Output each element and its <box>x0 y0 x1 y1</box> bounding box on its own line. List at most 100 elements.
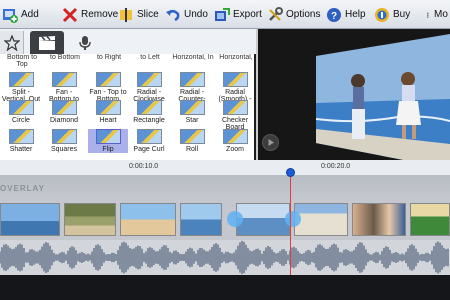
buy-button[interactable]: Buy <box>374 4 410 25</box>
svg-text:?: ? <box>331 11 337 22</box>
transition-item[interactable]: Roll <box>172 129 212 153</box>
transition-label-cut: to Right <box>96 54 122 61</box>
transition-item[interactable]: Split - Vertical, Out <box>1 72 41 103</box>
system-status-bar <box>0 275 450 300</box>
buy-label: Buy <box>393 9 411 20</box>
video-preview[interactable] <box>258 29 450 170</box>
transition-marker[interactable] <box>285 211 301 227</box>
options-icon <box>269 6 283 21</box>
help-icon: ? <box>327 7 341 22</box>
video-clip[interactable] <box>64 203 116 236</box>
playhead-handle[interactable] <box>286 168 295 177</box>
transition-thumbnail <box>95 72 121 87</box>
help-button[interactable]: ? Help <box>326 4 366 25</box>
transition-thumbnail <box>8 129 34 144</box>
options-button[interactable]: Options <box>267 4 320 25</box>
ruler-tick-label: 0:00:20.0 <box>321 163 351 170</box>
main-toolbar: Add Remove Slice Undo Export Options ? H… <box>0 0 450 29</box>
transition-item[interactable]: Fan - Top to Bottom <box>88 72 128 103</box>
export-button[interactable]: Export <box>214 4 262 25</box>
overlay-track[interactable]: OVERLAY <box>0 175 450 199</box>
transition-label-cut: to Bottom <box>50 54 80 61</box>
star-icon <box>3 34 20 51</box>
tab-audio[interactable] <box>72 31 98 54</box>
transition-label-cut: to Left <box>140 54 160 61</box>
video-clip[interactable] <box>352 203 406 236</box>
preview-frame-image <box>258 29 450 170</box>
transition-label-cut: Horizontal, In <box>172 54 214 61</box>
transitions-panel: Bottom to Top to Bottom to Right to Left Hor… <box>0 54 256 170</box>
transition-item[interactable]: Rectangle <box>129 100 169 124</box>
transition-label: Diamond <box>49 117 78 124</box>
clapperboard-icon <box>39 35 55 50</box>
transition-thumbnail <box>179 100 205 115</box>
help-label: Help <box>345 9 366 20</box>
transition-thumbnail <box>179 72 205 87</box>
transition-label: Zoom <box>226 146 244 153</box>
overlay-track-label: OVERLAY <box>0 184 45 193</box>
transition-marker[interactable] <box>227 211 243 227</box>
transition-item[interactable]: Zoom <box>215 129 254 153</box>
transition-item[interactable]: Squares <box>44 129 84 153</box>
add-button[interactable]: Add <box>2 4 39 25</box>
transition-label-cut: Horizontal, <box>219 54 253 61</box>
video-clip[interactable] <box>236 203 290 236</box>
transition-thumbnail <box>179 129 205 144</box>
transition-thumbnail <box>51 100 77 115</box>
transition-thumbnail <box>222 129 248 144</box>
remove-label: Remove <box>81 9 119 20</box>
transition-item[interactable]: Page Curl <box>129 129 169 153</box>
transition-label: Flip <box>102 146 114 153</box>
undo-button[interactable]: Undo <box>165 4 208 25</box>
transition-item[interactable]: Radial (Smooth) - <box>215 72 254 103</box>
slice-label: Slice <box>137 9 159 20</box>
transition-item[interactable]: Checker Board <box>215 100 254 131</box>
undo-icon <box>166 9 180 21</box>
add-label: Add <box>21 9 39 20</box>
transition-label: Roll <box>185 146 199 153</box>
transition-thumbnail <box>136 129 162 144</box>
slice-button[interactable]: Slice <box>118 4 159 25</box>
buy-icon <box>375 7 389 22</box>
tab-favorites[interactable] <box>0 31 24 54</box>
transition-item[interactable]: Flip <box>88 129 128 153</box>
video-track[interactable] <box>0 199 450 240</box>
transition-item[interactable]: Radial - Clockwise <box>129 72 169 103</box>
transition-item[interactable]: Heart <box>88 100 128 124</box>
transition-label: Page Curl <box>133 146 165 153</box>
transition-label: Heart <box>99 117 117 124</box>
more-label: Mo <box>434 9 448 20</box>
video-clip[interactable] <box>180 203 222 236</box>
transition-thumbnail <box>95 100 121 115</box>
transition-thumbnail <box>136 72 162 87</box>
transition-item[interactable]: Star <box>172 100 212 124</box>
options-label: Options <box>286 9 321 20</box>
transition-label: Rectangle <box>133 117 165 124</box>
transition-item[interactable]: Shatter <box>1 129 41 153</box>
transition-thumbnail <box>222 72 248 87</box>
transition-thumbnail <box>136 100 162 115</box>
play-button[interactable] <box>262 134 279 151</box>
transition-item[interactable]: Circle <box>1 100 41 124</box>
video-clip[interactable] <box>294 203 348 236</box>
video-clip[interactable] <box>120 203 176 236</box>
video-clip[interactable] <box>0 203 60 236</box>
transition-label-cut: Bottom to Top <box>7 54 37 68</box>
undo-label: Undo <box>184 9 208 20</box>
transition-item[interactable]: Diamond <box>44 100 84 124</box>
transition-item[interactable]: Radial - Counter- <box>172 72 212 103</box>
playhead-line <box>290 172 291 275</box>
audio-waveform <box>0 240 449 275</box>
transition-thumbnail <box>51 129 77 144</box>
transition-label: Squares <box>50 146 78 153</box>
transition-thumbnail <box>95 129 121 144</box>
audio-track[interactable] <box>0 240 450 275</box>
add-icon <box>3 8 18 23</box>
panel-tabs <box>0 29 256 54</box>
tab-transitions[interactable] <box>30 31 64 54</box>
video-clip[interactable] <box>410 203 450 236</box>
more-button[interactable]: Mo <box>425 4 448 25</box>
transition-thumbnail <box>8 100 34 115</box>
timeline-ruler[interactable]: 0:00:10.0 0:00:20.0 <box>0 160 450 175</box>
remove-button[interactable]: Remove <box>62 4 118 25</box>
